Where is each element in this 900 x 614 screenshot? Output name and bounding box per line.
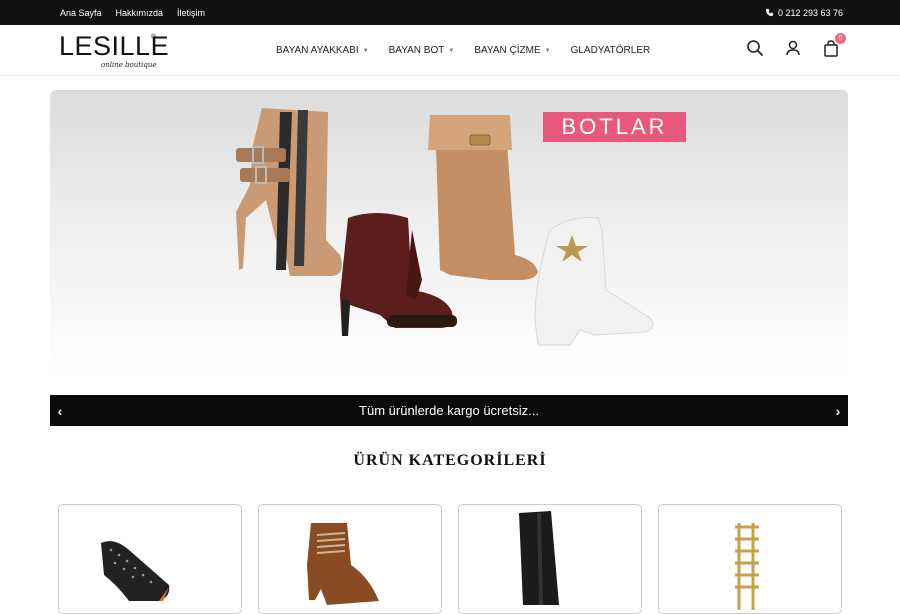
nav-label: BAYAN AYAKKABI xyxy=(276,45,359,56)
chevron-right-icon[interactable]: › xyxy=(828,395,848,426)
chevron-down-icon: ▼ xyxy=(544,47,551,54)
hero-slider[interactable]: BOTLAR xyxy=(50,90,848,375)
search-icon[interactable] xyxy=(746,39,764,57)
tan-foldover-boot-image xyxy=(428,115,538,280)
user-icon[interactable] xyxy=(784,39,802,57)
cart-count-badge: 0 xyxy=(835,33,846,44)
nav-item-gladyatorler[interactable]: GLADYATÖRLER xyxy=(571,45,651,56)
phone-info: 0 212 293 63 76 xyxy=(765,0,843,25)
site-header: LESILLE ® online boutique BAYAN AYAKKABI… xyxy=(0,25,900,76)
phone-number: 0 212 293 63 76 xyxy=(777,7,843,18)
studded-pump-image xyxy=(101,541,170,601)
gold-gladiator-sandal-image xyxy=(735,523,759,610)
top-link-contact[interactable]: İletişim xyxy=(177,8,205,18)
top-bar: Ana Sayfa Hakkımızda İletişim 0 212 293 … xyxy=(0,0,900,25)
nav-item-bayan-cizme[interactable]: BAYAN ÇİZME ▼ xyxy=(474,45,550,56)
announcement-text: Tüm ürünlerde kargo ücretsiz... xyxy=(359,403,539,418)
top-link-home[interactable]: Ana Sayfa xyxy=(60,8,102,18)
hero-boots-image xyxy=(236,108,654,346)
logo[interactable]: LESILLE ® online boutique xyxy=(59,31,169,71)
chevron-down-icon: ▼ xyxy=(448,47,455,54)
category-card[interactable] xyxy=(658,504,842,614)
category-grid xyxy=(58,504,842,614)
nav-item-bayan-bot[interactable]: BAYAN BOT ▼ xyxy=(389,45,455,56)
black-tall-boot-image xyxy=(519,511,559,605)
top-links: Ana Sayfa Hakkımızda İletişim xyxy=(60,0,205,25)
nav-item-bayan-ayakkabi[interactable]: BAYAN AYAKKABI ▼ xyxy=(276,45,369,56)
section-title: ÜRÜN KATEGORİLERİ xyxy=(353,452,547,469)
nav-label: BAYAN ÇİZME xyxy=(474,45,541,56)
logo-registered-mark: ® xyxy=(151,34,157,41)
top-link-about[interactable]: Hakkımızda xyxy=(116,8,164,18)
cart-icon[interactable]: 0 xyxy=(822,33,846,57)
chevron-down-icon: ▼ xyxy=(362,47,369,54)
header-icons: 0 xyxy=(746,33,846,57)
logo-tagline: online boutique xyxy=(101,61,157,69)
category-card[interactable] xyxy=(458,504,642,614)
category-card[interactable] xyxy=(258,504,442,614)
tan-zip-boot-image xyxy=(236,108,342,276)
white-cowboy-boot-image xyxy=(534,217,654,346)
nav-label: BAYAN BOT xyxy=(388,45,445,56)
announcement-bar: ‹ Tüm ürünlerde kargo ücretsiz... › xyxy=(50,395,848,426)
brown-ankle-boot-image xyxy=(307,523,379,605)
category-card[interactable] xyxy=(58,504,242,614)
main-nav: BAYAN AYAKKABI ▼ BAYAN BOT ▼ BAYAN ÇİZME… xyxy=(276,25,650,76)
nav-label: GLADYATÖRLER xyxy=(570,45,651,56)
hero-title: BOTLAR xyxy=(543,112,686,142)
chevron-left-icon[interactable]: ‹ xyxy=(50,395,70,426)
phone-icon xyxy=(765,8,774,17)
